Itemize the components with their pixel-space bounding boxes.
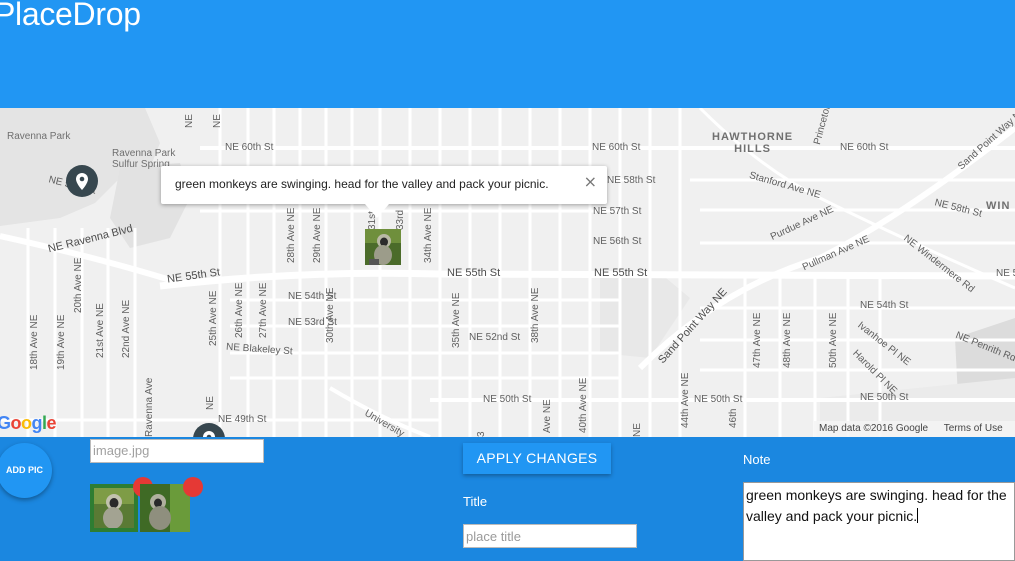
edit-panel: ADD PIC image.jpg APPLY CHANGES Title pl…	[0, 437, 1015, 561]
map-label: 25th Ave NE	[208, 290, 219, 346]
map-label: 26th Ave NE	[234, 282, 245, 338]
map-label: 30th Ave NE	[325, 287, 336, 343]
map-info-window: green monkeys are swinging. head for the…	[161, 166, 607, 218]
image-file-input[interactable]: image.jpg	[90, 439, 264, 463]
monkey-photo	[94, 488, 134, 528]
map-label: WIN	[986, 200, 1011, 212]
map-label: NE 58th St	[607, 175, 656, 186]
map-label: NE 50th St	[694, 394, 743, 405]
map-label: NE	[212, 114, 223, 128]
map-label: NE	[205, 396, 216, 410]
note-textarea[interactable]: green monkeys are swinging. head for the…	[743, 482, 1015, 561]
map[interactable]: Ravenna Park Ravenna Park Sulfur Spring H…	[0, 108, 1015, 437]
map-label: 33rd	[395, 209, 406, 230]
map-label: 38th Ave NE	[530, 287, 541, 343]
map-label: 35th Ave NE	[451, 292, 462, 348]
app-title: PlaceDrop	[0, 0, 141, 32]
google-logo: Google	[0, 413, 57, 433]
text-caret	[917, 508, 919, 523]
title-input[interactable]: place title	[463, 524, 637, 548]
note-text: green monkeys are swinging. head for the…	[746, 487, 1007, 524]
map-label: NE 60th St	[840, 142, 889, 153]
map-label: NE 55th St	[594, 267, 648, 279]
photo-thumbnail[interactable]	[140, 484, 190, 532]
map-label: Ravenna Ave	[144, 377, 155, 437]
map-label: 29th Ave NE	[312, 207, 323, 263]
map-label: 46th	[728, 408, 739, 428]
info-window-tail	[365, 204, 389, 218]
map-label: NE 52nd St	[469, 332, 521, 343]
map-label: NE 60th St	[225, 142, 274, 153]
map-label: NE 54th St	[860, 300, 909, 311]
map-label: 18th Ave NE	[29, 314, 40, 370]
note-label: Note	[743, 452, 771, 467]
map-label: 28th Ave NE	[286, 207, 297, 263]
map-label: NE 56th St	[593, 236, 642, 247]
remove-photo-button[interactable]	[183, 477, 203, 497]
map-label: NE	[632, 423, 643, 437]
map-photo-marker[interactable]	[365, 229, 401, 265]
monkey-photo	[140, 484, 190, 532]
terms-link[interactable]: Terms of Use	[944, 423, 1003, 434]
map-label: 47th Ave NE	[752, 312, 763, 368]
map-label: Ravenna Park	[7, 131, 71, 142]
map-label: 48th Ave NE	[782, 312, 793, 368]
map-label: 44th Ave NE	[680, 372, 691, 428]
map-label: NE 50th St	[860, 392, 909, 403]
map-data-text: Map data ©2016 Google	[819, 423, 929, 434]
apply-changes-button[interactable]: APPLY CHANGES	[463, 443, 611, 474]
map-label: NE 55th St	[996, 268, 1015, 279]
map-marker-icon[interactable]	[192, 422, 226, 437]
map-attribution: Map data ©2016 Google Terms of Use R	[814, 421, 1015, 437]
info-window-text: green monkeys are swinging. head for the…	[175, 177, 549, 191]
map-label: 20th Ave NE	[73, 257, 84, 313]
map-label: 50th Ave NE	[828, 312, 839, 368]
map-label: NE 60th St	[592, 142, 641, 153]
map-label: 34th Ave NE	[423, 207, 434, 263]
map-label: NE 57th St	[593, 206, 642, 217]
map-neighborhood-label: HAWTHORNE HILLS	[712, 131, 794, 155]
map-label: NE 50th St	[483, 394, 532, 405]
map-marker-icon[interactable]	[65, 164, 99, 204]
map-label: NE 55th St	[447, 267, 501, 279]
close-icon[interactable]: ×	[584, 172, 597, 191]
app-header: PlaceDrop	[0, 0, 1015, 108]
map-label: NE	[184, 114, 195, 128]
map-label: 40th Ave NE	[578, 377, 589, 433]
map-label: 27th Ave NE	[258, 282, 269, 338]
map-label: Ave NE	[542, 399, 553, 433]
map-label: 21st Ave NE	[95, 303, 106, 358]
map-label: 19th Ave NE	[56, 314, 67, 370]
add-pic-button[interactable]: ADD PIC	[0, 443, 52, 498]
title-label: Title	[463, 494, 488, 509]
photo-thumbnail[interactable]	[90, 484, 138, 532]
map-label: 22nd Ave NE	[121, 299, 132, 358]
